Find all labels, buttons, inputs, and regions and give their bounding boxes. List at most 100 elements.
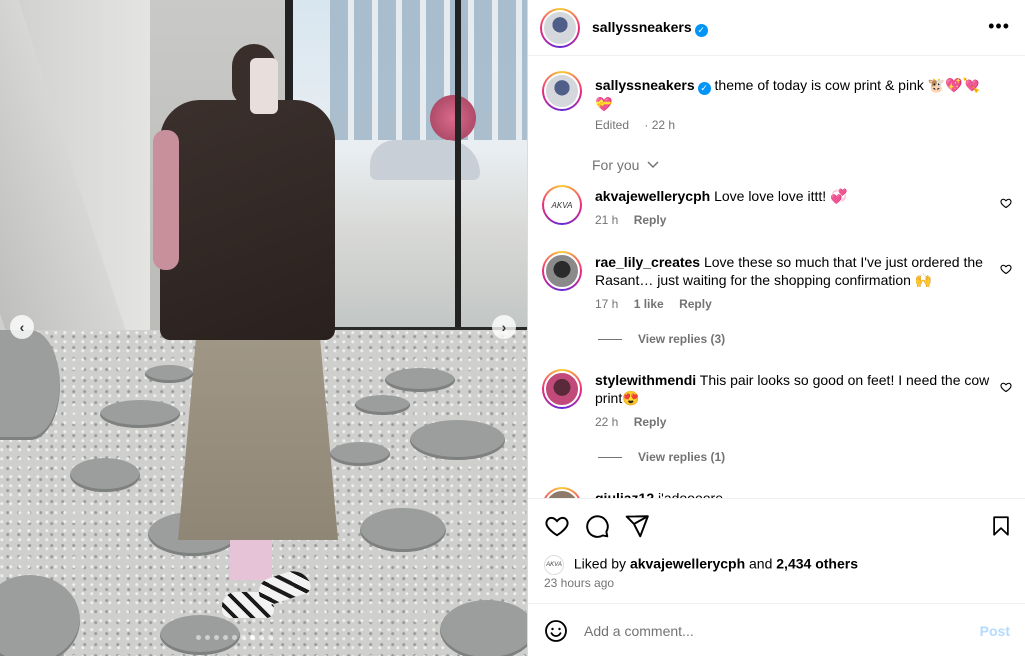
comment-username[interactable]: akvajewellerycph bbox=[595, 188, 710, 204]
photo-person-phone bbox=[250, 58, 278, 114]
comment-meta: 22 h Reply bbox=[595, 415, 678, 429]
comment-avatar-image: AKVA bbox=[544, 187, 580, 223]
liked-by-conjunction: and bbox=[749, 555, 773, 572]
caption-text-row: sallyssneakers ✓ theme of today is cow pr… bbox=[595, 76, 995, 113]
reply-button[interactable]: Reply bbox=[634, 213, 667, 227]
post-actions: AKVA Liked by akvajewellerycph and 2,434… bbox=[528, 498, 1025, 603]
comment-input[interactable] bbox=[584, 620, 944, 642]
comment-text-row: akvajewellerycph Love love love ittt! 💞 bbox=[595, 187, 995, 205]
comment-like-heart-icon[interactable] bbox=[1000, 263, 1012, 275]
photo-car bbox=[370, 140, 480, 180]
carousel-dot bbox=[205, 635, 210, 640]
sort-label: For you bbox=[592, 157, 640, 173]
comment-time: 22 h bbox=[595, 415, 619, 429]
comment-like-heart-icon[interactable] bbox=[1000, 197, 1012, 209]
caption-avatar-image bbox=[544, 73, 580, 109]
author-avatar[interactable] bbox=[540, 8, 580, 48]
comment-avatar-image bbox=[544, 489, 580, 498]
comment-icon[interactable] bbox=[584, 513, 610, 539]
liked-by-prefix: Liked by bbox=[573, 555, 627, 572]
carousel-dot bbox=[259, 635, 264, 640]
comment-avatar-image bbox=[544, 371, 580, 407]
photo-stone bbox=[330, 442, 390, 466]
comment-avatar[interactable] bbox=[542, 369, 582, 409]
photo-stone bbox=[440, 600, 527, 656]
carousel-indicator bbox=[196, 635, 273, 640]
comment-likes[interactable]: 1 like bbox=[634, 297, 664, 311]
photo-person-sock bbox=[230, 540, 252, 580]
comment-username[interactable]: stylewithmendi bbox=[595, 372, 696, 388]
carousel-dot bbox=[241, 635, 246, 640]
verified-badge-icon: ✓ bbox=[694, 24, 708, 37]
comment-text: i'adoooore bbox=[658, 490, 723, 498]
chevron-down-icon bbox=[647, 161, 659, 169]
comment-text: Love love love ittt! 💞 bbox=[714, 188, 848, 204]
author-avatar-image bbox=[542, 10, 578, 46]
photo-stone bbox=[145, 365, 193, 383]
add-comment-bar: Post bbox=[528, 603, 1025, 656]
view-replies-button[interactable]: View replies (1) bbox=[598, 450, 725, 464]
more-options-icon[interactable]: ••• bbox=[988, 16, 1010, 37]
photo-window-frame bbox=[455, 0, 461, 345]
carousel-dot bbox=[214, 635, 219, 640]
photo-stone bbox=[360, 508, 446, 552]
post-timestamp[interactable]: 23 hours ago bbox=[544, 576, 614, 590]
comments-list[interactable]: sallyssneakers ✓ theme of today is cow pr… bbox=[528, 57, 1025, 498]
carousel-dot bbox=[223, 635, 228, 640]
reply-button[interactable]: Reply bbox=[679, 297, 712, 311]
author-name-row: sallyssneakers ✓ bbox=[592, 19, 708, 37]
photo-stone bbox=[355, 395, 410, 415]
caption-avatar[interactable] bbox=[542, 71, 582, 111]
carousel-next-button[interactable]: › bbox=[492, 315, 516, 339]
comment-time: 17 h bbox=[595, 297, 619, 311]
author-username[interactable]: sallyssneakers bbox=[592, 19, 692, 35]
carousel-dot bbox=[250, 635, 255, 640]
carousel-dot bbox=[232, 635, 237, 640]
photo-stone bbox=[410, 420, 505, 460]
reply-button[interactable]: Reply bbox=[634, 415, 667, 429]
comment-avatar-image bbox=[544, 253, 580, 289]
caption-meta: Edited · 22 h bbox=[595, 118, 699, 132]
comment-username[interactable]: giuliaz12 bbox=[595, 490, 654, 498]
likes-summary: AKVA Liked by akvajewellerycph and 2,434… bbox=[544, 555, 858, 575]
carousel-prev-button[interactable]: ‹ bbox=[10, 315, 34, 339]
photo-stone bbox=[385, 368, 455, 392]
photo-person-coat bbox=[160, 100, 335, 340]
comment-avatar[interactable] bbox=[542, 487, 582, 498]
chevron-left-icon: ‹ bbox=[19, 319, 25, 335]
share-icon[interactable] bbox=[624, 513, 650, 539]
emoji-icon[interactable] bbox=[544, 619, 568, 643]
chevron-right-icon: › bbox=[501, 319, 507, 335]
liked-by-user[interactable]: akvajewellerycph bbox=[630, 556, 745, 572]
comment-like-heart-icon[interactable] bbox=[1000, 381, 1012, 393]
photo-tree bbox=[430, 95, 476, 141]
photo-stone bbox=[70, 458, 140, 492]
liked-by-avatar[interactable]: AKVA bbox=[544, 555, 564, 575]
photo-building bbox=[330, 0, 527, 140]
comment-text-row: giuliaz12 i'adoooore bbox=[595, 489, 995, 498]
photo-person-bag bbox=[153, 130, 179, 270]
post-sidebar: sallyssneakers ✓ ••• sallyssneakers ✓ them… bbox=[527, 0, 1025, 656]
post-photo[interactable]: ‹ › bbox=[0, 0, 527, 656]
comment-text-row: stylewithmendi This pair looks so good o… bbox=[595, 371, 995, 407]
comment-avatar[interactable]: AKVA bbox=[542, 185, 582, 225]
post-button[interactable]: Post bbox=[980, 623, 1010, 639]
caption-username[interactable]: sallyssneakers bbox=[595, 77, 695, 93]
carousel-dot bbox=[196, 635, 201, 640]
photo-stone bbox=[100, 400, 180, 428]
verified-badge-icon: ✓ bbox=[697, 82, 711, 95]
bookmark-icon[interactable] bbox=[990, 513, 1012, 539]
post-header: sallyssneakers ✓ ••• bbox=[528, 0, 1025, 56]
liked-by-others[interactable]: 2,434 others bbox=[776, 556, 858, 572]
view-replies-button[interactable]: View replies (3) bbox=[598, 332, 725, 346]
photo-person-sock bbox=[250, 540, 272, 580]
comment-meta: 21 h Reply bbox=[595, 213, 678, 227]
photo-stone bbox=[0, 330, 60, 440]
comment-avatar[interactable] bbox=[542, 251, 582, 291]
comment-username[interactable]: rae_lily_creates bbox=[595, 254, 700, 270]
comment-meta: 17 h 1 like Reply bbox=[595, 297, 724, 311]
comment-text-row: rae_lily_creates Love these so much that… bbox=[595, 253, 995, 289]
carousel-dot bbox=[268, 635, 273, 640]
heart-icon[interactable] bbox=[544, 513, 570, 539]
comment-sort-dropdown[interactable]: For you bbox=[592, 157, 659, 173]
